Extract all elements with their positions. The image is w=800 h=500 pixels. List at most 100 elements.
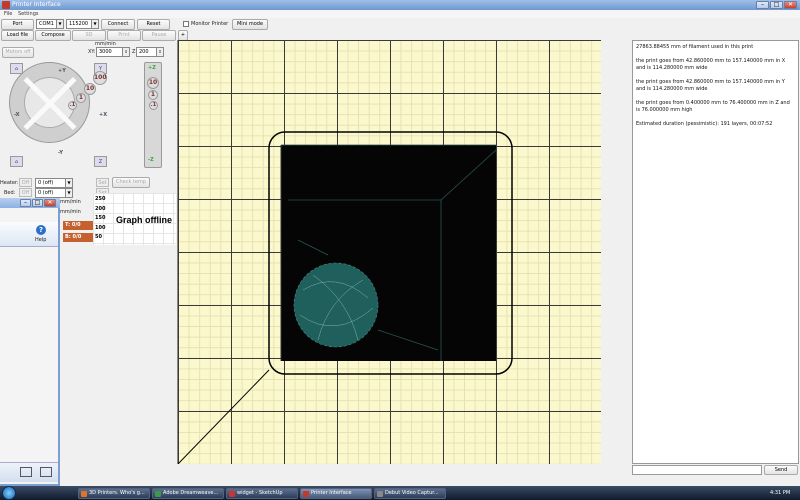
command-input[interactable]	[632, 465, 762, 475]
graph-offline-text: Graph offline	[116, 215, 172, 225]
jog-y-plus[interactable]: +Y	[58, 68, 66, 74]
jog-z-step-0-1[interactable]: .1	[149, 101, 158, 110]
taskbar-item-label: widget - SketchUp	[237, 490, 283, 496]
xy-speed-label: XY:	[88, 49, 96, 55]
extruder-temp-readout: T: 0/0	[63, 221, 93, 230]
chevron-down-icon: ▼	[65, 189, 72, 197]
monitor-printer-checkbox[interactable]	[183, 21, 189, 27]
heater-off-button[interactable]: Off	[19, 178, 32, 187]
taskbar-item-label: Debut Video Captur...	[385, 490, 439, 496]
menu-settings[interactable]: Settings	[18, 11, 39, 17]
start-button[interactable]	[2, 486, 16, 500]
bed-select[interactable]: 0 (off) ▼	[35, 188, 73, 198]
jog-x-plus[interactable]: +X	[99, 112, 107, 118]
video-capture-icon	[377, 491, 383, 497]
minimize-icon[interactable]: –	[20, 199, 31, 207]
taskbar-item[interactable]: 3D Printers. Who's g...	[78, 488, 150, 499]
compose-button[interactable]: Compose	[35, 30, 71, 41]
baud-select[interactable]: 115200 ▼	[66, 19, 99, 29]
z-speed-input[interactable]: 200 ⇕	[136, 47, 164, 57]
graph-y-label: 50	[95, 234, 102, 240]
heater-label: Heater:	[0, 180, 19, 186]
log-line: the print goes from 42.860000 mm to 157.…	[636, 79, 785, 92]
bed-select-value: 0 (off)	[38, 190, 54, 196]
fullscreen-icon[interactable]	[40, 467, 52, 477]
sphere-object	[294, 263, 378, 347]
help-window-bottom-toolbar	[0, 462, 58, 482]
load-file-button[interactable]: Load file	[1, 30, 34, 41]
sketchup-icon	[229, 491, 235, 497]
maximize-icon[interactable]: □	[770, 1, 783, 9]
jog-step-10[interactable]: 10	[84, 83, 96, 95]
jog-x-minus[interactable]: -X	[14, 112, 20, 118]
close-icon[interactable]: ✕	[784, 1, 797, 9]
taskbar-item[interactable]: Adobe Dreamweave...	[152, 488, 224, 499]
chevron-down-icon: ▼	[56, 20, 63, 28]
help-icon[interactable]: ?	[36, 225, 46, 235]
jog-step-100[interactable]: 100	[93, 71, 107, 85]
heater-select[interactable]: 0 (off) ▼	[35, 178, 73, 188]
jog-step-0-1[interactable]: .1	[68, 101, 77, 110]
title-bar: Printer Interface – □ ✕	[0, 0, 800, 10]
printer-icon	[303, 491, 309, 497]
check-temp-button[interactable]: Check temp	[112, 177, 150, 188]
monitor-printer-label: Monitor Printer	[191, 21, 229, 27]
print-preview-svg	[178, 131, 513, 464]
mini-mode-button[interactable]: Mini mode	[232, 19, 268, 30]
jog-z-minus[interactable]: -Z	[148, 157, 154, 163]
close-icon[interactable]: ✕	[44, 199, 56, 207]
help-window-toolbar: ? Help	[0, 222, 58, 247]
port-button[interactable]: Port	[1, 19, 34, 30]
sd-button[interactable]: SD	[72, 30, 106, 41]
send-button[interactable]: Send	[764, 465, 798, 475]
firefox-icon	[81, 491, 87, 497]
taskbar-item[interactable]: widget - SketchUp	[226, 488, 298, 499]
jog-step-1[interactable]: 1	[76, 93, 86, 103]
graph-y-label: 200	[95, 206, 106, 212]
taskbar-item-label: Adobe Dreamweave...	[163, 490, 219, 496]
xy-speed-value: 3000	[99, 49, 112, 55]
dreamweaver-icon	[155, 491, 161, 497]
taskbar-item[interactable]: Debut Video Captur...	[374, 488, 446, 499]
perspective-line	[178, 369, 270, 464]
jog-z-step-1[interactable]: 1	[148, 90, 158, 100]
reset-button[interactable]: Reset	[137, 19, 170, 30]
heater-set-button[interactable]: Set	[96, 178, 109, 187]
chevron-down-icon: ▼	[65, 179, 72, 187]
window-title: Printer Interface	[12, 1, 61, 8]
port-select[interactable]: COM1 ▼	[36, 19, 64, 29]
taskbar-item-active[interactable]: Printer Interface	[300, 488, 372, 499]
motors-off-button[interactable]: Motors off	[2, 47, 34, 58]
help-label[interactable]: Help	[35, 237, 46, 243]
pause-button[interactable]: Pause	[142, 30, 176, 41]
taskbar-item-label: 3D Printers. Who's g...	[89, 490, 145, 496]
home-z-label: Z	[98, 159, 103, 165]
menu-bar: File Settings	[0, 10, 800, 18]
graph-y-label: 100	[95, 225, 106, 231]
spinner-icon[interactable]: ⇕	[122, 48, 129, 56]
home-x-icon[interactable]: ⌂	[10, 63, 23, 74]
system-clock[interactable]: 4:31 PM	[770, 490, 790, 496]
connect-button[interactable]: Connect	[101, 19, 135, 30]
port-select-value: COM1	[39, 21, 54, 27]
minimize-icon[interactable]: –	[756, 1, 769, 9]
jog-z-step-10[interactable]: 10	[147, 77, 159, 89]
jog-y-minus[interactable]: -Y	[58, 150, 63, 156]
print-preview-canvas[interactable]	[177, 40, 601, 464]
xy-speed-input[interactable]: 3000 ⇕	[96, 47, 130, 57]
maximize-icon[interactable]: □	[32, 199, 43, 207]
menu-file[interactable]: File	[4, 11, 12, 17]
spinner-icon[interactable]: ⇕	[156, 48, 163, 56]
home-z-button[interactable]: Z	[94, 156, 107, 167]
print-button[interactable]: Print	[107, 30, 141, 41]
z-speed-value: 200	[139, 49, 149, 55]
window-icon[interactable]	[20, 467, 32, 477]
graph-y-label: 150	[95, 215, 106, 221]
taskbar-item-label: Printer Interface	[311, 490, 352, 496]
heater-select-value: 0 (off)	[38, 180, 54, 186]
jog-z-plus[interactable]: +Z	[148, 65, 156, 71]
home-all-icon[interactable]: ⌂	[10, 156, 23, 167]
app-icon	[2, 1, 10, 9]
bed-off-button[interactable]: Off	[19, 188, 32, 197]
log-panel[interactable]: 27863.88455 mm of filament used in this …	[632, 40, 799, 464]
